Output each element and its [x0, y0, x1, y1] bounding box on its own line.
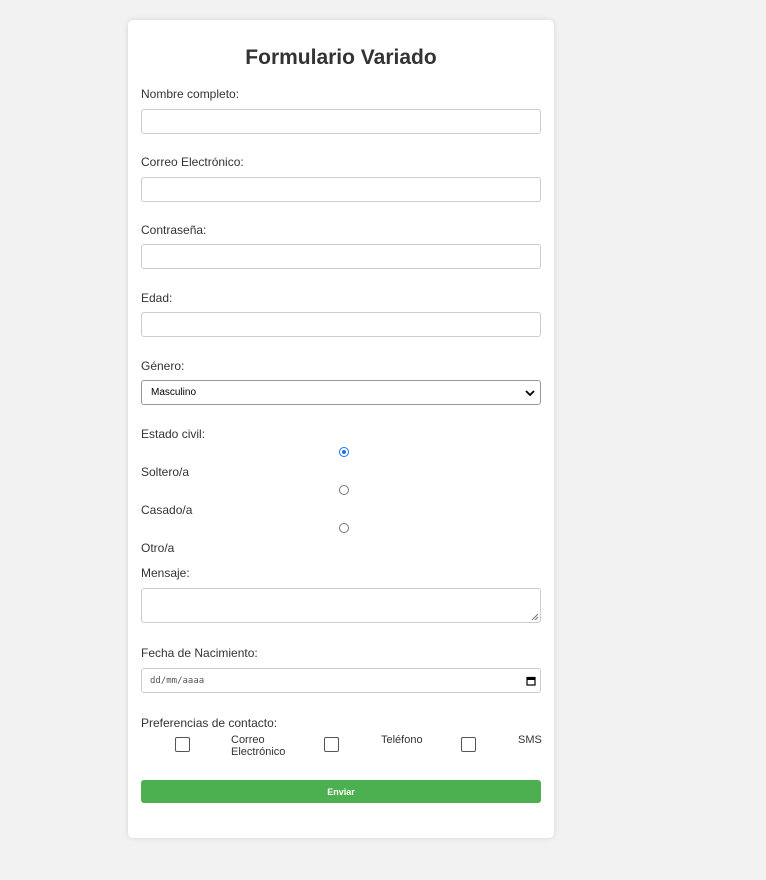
- chevron-down-icon: [525, 389, 535, 396]
- radio-other-label: Otro/a: [141, 541, 175, 555]
- checkbox-sms-label: SMS: [518, 734, 542, 746]
- checkbox-email-label: Correo Electrónico: [231, 734, 286, 758]
- checkbox-phone-label: Teléfono: [381, 734, 423, 746]
- gender-selected-value: Masculino: [151, 387, 197, 398]
- form-card: Formulario Variado Nombre completo: Corr…: [128, 20, 554, 838]
- name-label: Nombre completo:: [141, 87, 240, 101]
- message-textarea[interactable]: [141, 588, 541, 623]
- birthdate-input[interactable]: dd/mm/aaaa: [141, 668, 541, 693]
- calendar-icon[interactable]: [526, 676, 536, 686]
- age-input[interactable]: [141, 312, 541, 337]
- email-input[interactable]: [141, 177, 541, 202]
- birthdate-label: Fecha de Nacimiento:: [141, 646, 258, 660]
- radio-single[interactable]: [339, 447, 349, 457]
- radio-married[interactable]: [339, 485, 349, 495]
- contact-preferences-label: Preferencias de contacto:: [141, 716, 278, 730]
- checkbox-phone[interactable]: [324, 737, 339, 752]
- marital-status-label: Estado civil:: [141, 427, 206, 441]
- password-input[interactable]: [141, 244, 541, 269]
- name-input[interactable]: [141, 109, 541, 134]
- gender-select[interactable]: Masculino: [141, 380, 541, 405]
- radio-other[interactable]: [339, 523, 349, 533]
- age-label: Edad:: [141, 291, 173, 305]
- message-label: Mensaje:: [141, 566, 190, 580]
- submit-button[interactable]: Enviar: [141, 780, 541, 803]
- checkbox-email[interactable]: [175, 737, 190, 752]
- gender-label: Género:: [141, 359, 185, 373]
- birthdate-placeholder: dd/mm/aaaa: [150, 675, 205, 686]
- password-label: Contraseña:: [141, 223, 207, 237]
- email-label: Correo Electrónico:: [141, 155, 244, 169]
- checkbox-sms[interactable]: [461, 737, 476, 752]
- radio-married-label: Casado/a: [141, 503, 193, 517]
- radio-single-label: Soltero/a: [141, 465, 190, 479]
- resize-grip-icon[interactable]: [531, 613, 539, 621]
- form-title: Formulario Variado: [245, 46, 437, 69]
